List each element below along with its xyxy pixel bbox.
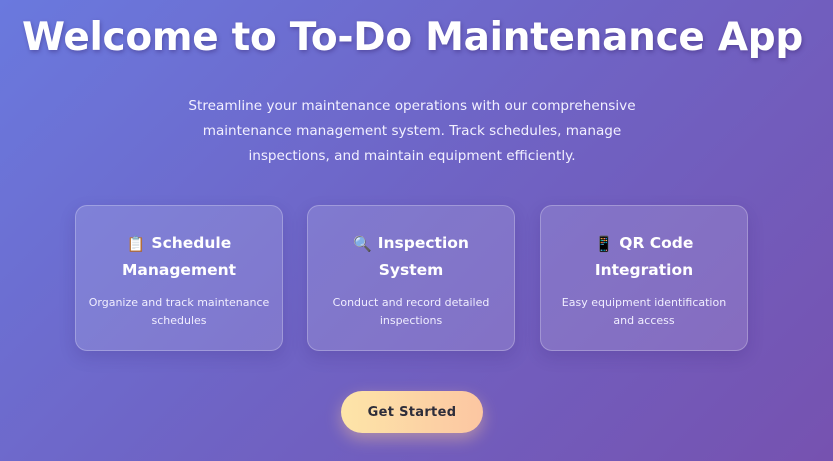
feature-card-inspection-system: 🔍 Inspection System Conduct and record de… [307, 205, 515, 351]
feature-card-heading: 📱 QR Code Integration [553, 230, 735, 284]
magnifying-glass-icon: 🔍 [353, 235, 372, 253]
feature-card-heading: 🔍 Inspection System [320, 230, 502, 284]
feature-card-description: Conduct and record detailed inspections [332, 296, 490, 327]
feature-card-heading: 📋 Schedule Management [88, 230, 270, 284]
feature-card-schedule-management: 📋 Schedule Management Organize and track … [75, 205, 283, 351]
mobile-phone-icon: 📱 [594, 235, 614, 253]
page-title: Welcome to To-Do Maintenance App [22, 15, 803, 60]
feature-card-description: Organize and track maintenance schedules [88, 296, 270, 327]
welcome-page: Welcome to To-Do Maintenance App Streaml… [0, 0, 833, 461]
feature-card-qr-code-integration: 📱 QR Code Integration Easy equipment iden… [540, 205, 748, 351]
clipboard-icon: 📋 [126, 235, 146, 253]
page-subtitle: Streamline your maintenance operations w… [188, 98, 636, 164]
feature-card-title: Inspection System [377, 234, 469, 279]
get-started-button[interactable]: Get Started [341, 391, 483, 433]
feature-card-description: Easy equipment identification and access [561, 296, 727, 327]
